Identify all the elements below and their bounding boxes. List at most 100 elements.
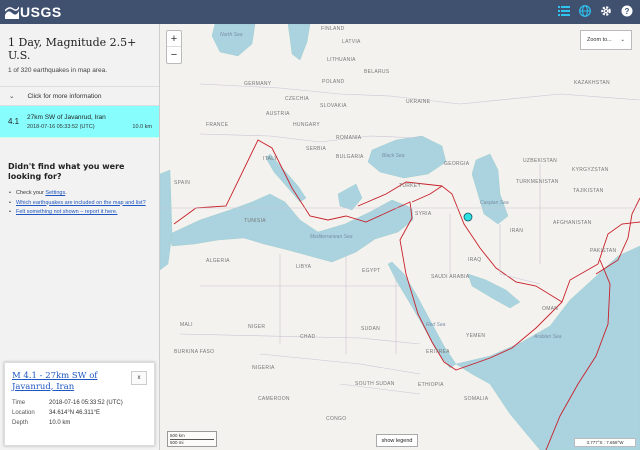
more-info-label: Click for more information: [27, 92, 102, 100]
popup-depth-value: 10.0 km: [49, 420, 71, 426]
country-label: YEMEN: [466, 333, 486, 339]
country-label: UKRAINE: [406, 99, 431, 105]
country-label: UZBEKISTAN: [523, 158, 558, 164]
country-label: SAUDI ARABIA: [431, 274, 470, 280]
popup-details: Time 2018-07-16 05:33:52 (UTC) Location …: [12, 398, 147, 428]
help-title: Didn't find what you were looking for?: [8, 162, 125, 181]
country-label: KAZAKHSTAN: [574, 80, 610, 86]
help-item-included: Which earthquakes are included on the ma…: [9, 200, 151, 208]
earthquake-details-popup: M 4.1 - 27km SW of Javanrud, Iran x Time…: [4, 362, 155, 446]
earthquake-place: 27km SW of Javanrud, Iran: [27, 113, 106, 121]
country-label: CHAD: [300, 334, 316, 340]
scale-bar: 500 km 500 mi: [167, 431, 217, 447]
country-label: FRANCE: [206, 122, 229, 128]
country-label: SUDAN: [361, 326, 381, 332]
list-icon[interactable]: [557, 4, 571, 18]
country-label: CONGO: [326, 416, 347, 422]
black-sea-shape: [367, 135, 447, 179]
show-legend-button[interactable]: show legend: [376, 434, 418, 447]
more-info-toggle[interactable]: ⌄ Click for more information: [0, 86, 159, 106]
report-felt-link[interactable]: Felt something not shown – report it her…: [16, 209, 118, 215]
globe-icon[interactable]: [578, 4, 592, 18]
arabian-sea-shape: [455, 245, 640, 450]
logo-text: USGS: [20, 4, 62, 20]
country-label: CAMEROON: [258, 396, 290, 402]
earthquake-list-item[interactable]: 4.1 27km SW of Javanrud, Iran 2018-07-16…: [0, 106, 159, 138]
baltic-sea-shape: [287, 24, 311, 61]
usgs-logo[interactable]: USGS: [4, 3, 62, 21]
popup-time-value: 2018-07-16 05:33:52 (UTC): [49, 400, 123, 406]
country-label: MALI: [180, 322, 193, 328]
earthquake-marker[interactable]: [462, 211, 474, 223]
country-label: CZECHIA: [285, 96, 310, 102]
country-label: NIGERIA: [252, 365, 275, 371]
country-label: OMAN: [542, 306, 559, 312]
popup-row-time: Time 2018-07-16 05:33:52 (UTC): [12, 400, 123, 406]
scale-mi: 500 mi: [170, 440, 184, 445]
country-label: AUSTRIA: [266, 111, 290, 117]
included-earthquakes-link[interactable]: Which earthquakes are included on the ma…: [16, 200, 146, 206]
map-view[interactable]: FINLAND LATVIA LITHUANIA BELARUS UKRAINE…: [160, 24, 640, 450]
sea-label: Red Sea: [426, 322, 446, 328]
country-label: ROMANIA: [336, 135, 362, 141]
scale-km: 500 km: [170, 433, 214, 440]
cursor-coordinates: 3.777°S : 7.658°W: [574, 438, 636, 447]
sea-label: Arabian Sea: [534, 334, 562, 340]
popup-title-link[interactable]: M 4.1 - 27km SW of Javanrud, Iran: [12, 371, 124, 392]
zoom-in-button[interactable]: +: [167, 31, 181, 47]
country-label: BULGARIA: [336, 154, 364, 160]
country-label: LATVIA: [342, 39, 361, 45]
zoom-out-button[interactable]: −: [167, 47, 181, 63]
country-label: TAJIKISTAN: [573, 188, 604, 194]
country-label: POLAND: [322, 79, 345, 85]
country-label: ITALY: [263, 156, 278, 162]
sea-label: Black Sea: [382, 153, 405, 159]
country-label: TURKMENISTAN: [516, 179, 559, 185]
country-label: TUNISIA: [244, 218, 266, 224]
gear-icon[interactable]: [599, 4, 613, 18]
popup-location-value: 34.614°N 46.311°E: [49, 410, 101, 416]
settings-link[interactable]: Settings: [45, 190, 65, 196]
country-label: GERMANY: [244, 81, 272, 87]
map-basemap: [160, 24, 640, 450]
country-label: AFGHANISTAN: [553, 220, 592, 226]
earthquake-depth: 10.0 km: [132, 123, 152, 130]
country-label: SPAIN: [174, 180, 191, 186]
country-label: KYRGYZSTAN: [572, 167, 609, 173]
chevron-down-icon: ⌄: [620, 37, 625, 43]
atlantic-shape: [160, 169, 173, 271]
country-label: SYRIA: [415, 211, 432, 217]
north-sea-shape: [211, 24, 256, 57]
country-label: IRAN: [510, 228, 524, 234]
caspian-sea-shape: [471, 153, 509, 225]
sea-label: North Sea: [220, 32, 243, 38]
country-label: ALGERIA: [206, 258, 230, 264]
help-icon[interactable]: ?: [620, 4, 634, 18]
help-item-report: Felt something not shown – report it her…: [9, 209, 151, 217]
close-button[interactable]: x: [131, 371, 147, 385]
summary-title: 1 Day, Magnitude 2.5+ U.S.: [8, 36, 137, 62]
country-label: IRAQ: [468, 257, 482, 263]
country-label: HUNGARY: [293, 122, 321, 128]
country-label: PAKISTAN: [590, 248, 617, 254]
earthquake-time: 2018-07-16 05:33:52 (UTC): [27, 123, 95, 130]
sea-label: Caspian Sea: [480, 200, 509, 206]
sea-label: Mediterranean Sea: [310, 234, 353, 240]
country-label: FINLAND: [321, 26, 345, 32]
zoom-to-select[interactable]: Zoom to... ⌄: [580, 30, 632, 50]
chevron-down-icon: ⌄: [9, 93, 15, 100]
country-label: SOMALIA: [464, 396, 489, 402]
mediterranean-shape: [169, 193, 414, 263]
header-bar: USGS ?: [0, 0, 640, 24]
country-label: SLOVAKIA: [320, 103, 347, 109]
popup-row-location: Location 34.614°N 46.311°E: [12, 410, 101, 416]
zoom-control: + −: [166, 30, 182, 64]
popup-row-depth: Depth 10.0 km: [12, 420, 71, 426]
country-label: TURKEY: [399, 183, 422, 189]
country-label: BURKINA FASO: [174, 349, 215, 355]
zoom-to-label: Zoom to...: [587, 37, 612, 43]
country-label: SERBIA: [306, 146, 327, 152]
help-section: Didn't find what you were looking for? C…: [0, 138, 159, 217]
summary-panel: 1 Day, Magnitude 2.5+ U.S. 1 of 320 eart…: [0, 24, 159, 78]
country-label: BELARUS: [364, 69, 390, 75]
